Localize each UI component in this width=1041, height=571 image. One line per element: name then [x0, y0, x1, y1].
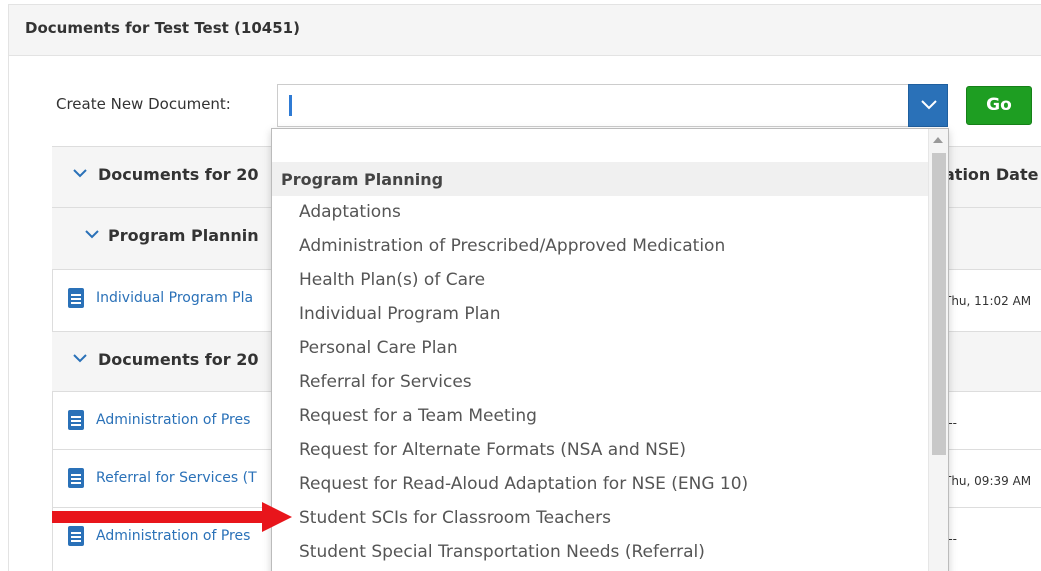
scroll-up-arrow-icon[interactable]: [933, 137, 943, 143]
document-icon: [68, 288, 84, 308]
dropdown-option[interactable]: Request for Read-Aloud Adaptation for NS…: [299, 474, 748, 494]
chevron-down-icon: [73, 169, 87, 178]
annotation-arrow-icon: [52, 502, 292, 532]
dropdown-option[interactable]: Request for a Team Meeting: [299, 406, 537, 426]
column-header-date[interactable]: ation Date: [944, 165, 1038, 184]
dropdown-group-header: Program Planning: [272, 162, 928, 196]
document-date: Thu, 11:02 AM: [944, 294, 1032, 308]
dropdown-option[interactable]: Health Plan(s) of Care: [299, 270, 485, 290]
create-document-combobox[interactable]: [277, 84, 909, 127]
chevron-down-icon: [73, 354, 87, 363]
scrollbar-thumb[interactable]: [932, 153, 946, 455]
dropdown-option[interactable]: Individual Program Plan: [299, 304, 501, 324]
dropdown-option[interactable]: Administration of Prescribed/Approved Me…: [299, 236, 725, 256]
dropdown-option[interactable]: Personal Care Plan: [299, 338, 458, 358]
document-link[interactable]: Administration of Pres: [96, 412, 250, 428]
create-new-document-label: Create New Document:: [56, 95, 231, 113]
dropdown-option[interactable]: Request for Alternate Formats (NSA and N…: [299, 440, 686, 460]
panel-border: [8, 56, 9, 571]
subgroup-label: Program Plannin: [108, 226, 259, 245]
page-title: Documents for Test Test (10451): [25, 19, 300, 37]
dropdown-option[interactable]: Student SCIs for Classroom Teachers: [299, 508, 611, 528]
document-type-dropdown[interactable]: Program Planning Adaptations Administrat…: [271, 128, 949, 571]
go-button[interactable]: Go: [966, 86, 1032, 125]
combobox-toggle-button[interactable]: [908, 84, 948, 127]
group-label: Documents for 20: [98, 165, 259, 184]
chevron-down-icon: [921, 100, 937, 110]
document-link[interactable]: Individual Program Pla: [96, 290, 253, 306]
dropdown-option[interactable]: Adaptations: [299, 202, 401, 222]
dropdown-option[interactable]: Referral for Services: [299, 372, 472, 392]
chevron-down-icon: [85, 230, 99, 239]
document-date: Thu, 09:39 AM: [944, 474, 1032, 488]
document-link[interactable]: Referral for Services (T: [96, 470, 257, 486]
dropdown-option[interactable]: Student Special Transportation Needs (Re…: [299, 542, 705, 562]
text-caret: [289, 95, 292, 116]
group-label: Documents for 20: [98, 350, 259, 369]
dropdown-scrollbar[interactable]: [928, 129, 948, 571]
document-icon: [68, 468, 84, 488]
document-icon: [68, 410, 84, 430]
panel-heading: Documents for Test Test (10451): [8, 4, 1041, 56]
